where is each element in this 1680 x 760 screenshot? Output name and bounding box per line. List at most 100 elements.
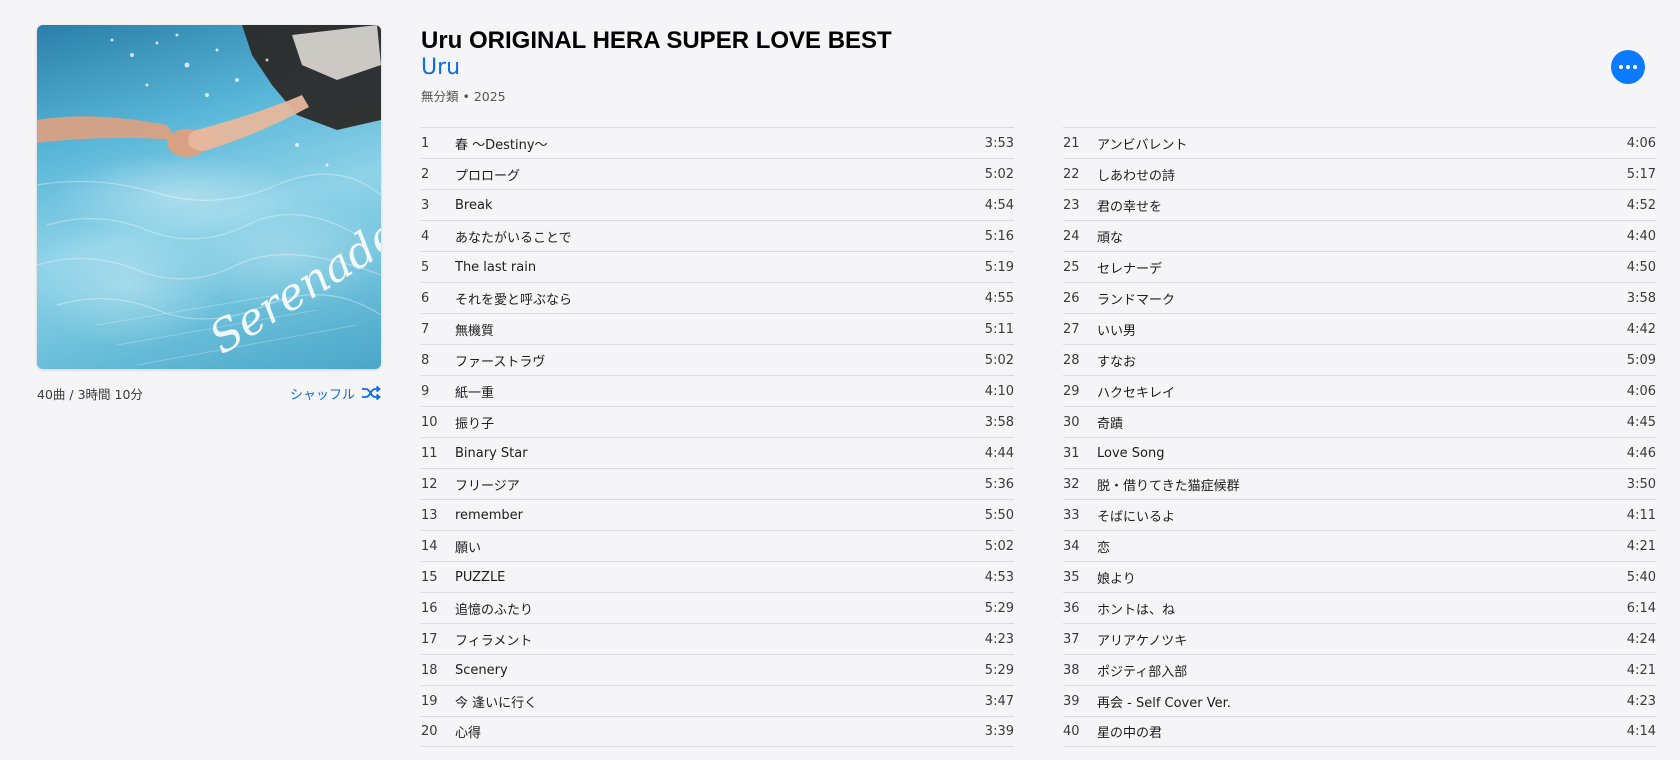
shuffle-button[interactable]: シャッフル bbox=[290, 384, 381, 403]
track-title: ファーストラヴ bbox=[455, 354, 546, 370]
track-row[interactable]: 32 脱・借りてきた猫症候群 3:50 bbox=[1063, 468, 1656, 499]
track-row[interactable]: 19 今 逢いに行く 3:47 bbox=[421, 685, 1014, 716]
track-duration: 4:53 bbox=[984, 569, 1014, 585]
album-title: Uru ORIGINAL HERA SUPER LOVE BEST bbox=[421, 27, 892, 54]
track-number: 22 bbox=[1063, 166, 1080, 182]
track-row[interactable]: 1 春 〜Destiny〜 3:53 bbox=[421, 127, 1014, 158]
track-row[interactable]: 29 ハクセキレイ 4:06 bbox=[1063, 375, 1656, 406]
track-number: 21 bbox=[1063, 135, 1080, 151]
track-row[interactable]: 16 追憶のふたり 5:29 bbox=[421, 592, 1014, 623]
track-duration: 4:54 bbox=[984, 197, 1014, 213]
track-number: 27 bbox=[1063, 321, 1080, 337]
track-row[interactable]: 22 しあわせの詩 5:17 bbox=[1063, 158, 1656, 189]
track-number: 5 bbox=[421, 259, 430, 275]
track-number: 8 bbox=[421, 352, 430, 368]
artist-link[interactable]: Uru bbox=[421, 54, 1656, 82]
track-number: 31 bbox=[1063, 445, 1080, 461]
track-row[interactable]: 27 いい男 4:42 bbox=[1063, 313, 1656, 344]
track-duration: 4:46 bbox=[1626, 445, 1656, 461]
track-title: Scenery bbox=[455, 662, 508, 678]
track-row[interactable]: 5 The last rain 5:19 bbox=[421, 251, 1014, 282]
track-number: 9 bbox=[421, 383, 430, 399]
track-row[interactable]: 14 願い 5:02 bbox=[421, 530, 1014, 561]
more-dot-icon bbox=[1633, 65, 1637, 69]
track-row[interactable]: 31 Love Song 4:46 bbox=[1063, 437, 1656, 468]
track-row[interactable]: 3 Break 4:54 bbox=[421, 189, 1014, 220]
track-number: 28 bbox=[1063, 352, 1080, 368]
track-row[interactable]: 37 アリアケノツキ 4:24 bbox=[1063, 623, 1656, 654]
track-row[interactable]: 18 Scenery 5:29 bbox=[421, 654, 1014, 685]
track-title: 今 逢いに行く bbox=[455, 695, 538, 711]
track-row[interactable]: 15 PUZZLE 4:53 bbox=[421, 561, 1014, 592]
track-row[interactable]: 26 ランドマーク 3:58 bbox=[1063, 282, 1656, 313]
track-duration: 5:29 bbox=[984, 662, 1014, 678]
track-title: ハクセキレイ bbox=[1097, 385, 1176, 401]
track-duration: 4:21 bbox=[1626, 662, 1656, 678]
track-row[interactable]: 12 フリージア 5:36 bbox=[421, 468, 1014, 499]
track-row[interactable]: 8 ファーストラヴ 5:02 bbox=[421, 344, 1014, 375]
track-row[interactable]: 10 振り子 3:58 bbox=[421, 406, 1014, 437]
album-header: Uru ORIGINAL HERA SUPER LOVE BEST Uru 無分… bbox=[421, 26, 1656, 105]
track-duration: 4:21 bbox=[1626, 538, 1656, 554]
track-number: 7 bbox=[421, 321, 430, 337]
track-number: 2 bbox=[421, 166, 430, 182]
track-row[interactable]: 2 プロローグ 5:02 bbox=[421, 158, 1014, 189]
track-row[interactable]: 39 再会 - Self Cover Ver. 4:23 bbox=[1063, 685, 1656, 716]
track-title: 脱・借りてきた猫症候群 bbox=[1097, 478, 1240, 494]
track-title: 願い bbox=[455, 540, 482, 556]
track-title: セレナーデ bbox=[1097, 261, 1163, 277]
track-number: 39 bbox=[1063, 693, 1080, 709]
track-number: 40 bbox=[1063, 724, 1080, 739]
track-duration: 5:11 bbox=[984, 321, 1014, 337]
track-number: 33 bbox=[1063, 507, 1080, 523]
track-number: 3 bbox=[421, 197, 430, 213]
track-row[interactable]: 35 娘より 5:40 bbox=[1063, 561, 1656, 592]
more-dot-icon bbox=[1619, 65, 1623, 69]
track-row[interactable]: 6 それを愛と呼ぶなら 4:55 bbox=[421, 282, 1014, 313]
track-row[interactable]: 34 恋 4:21 bbox=[1063, 530, 1656, 561]
track-row[interactable]: 9 紙一重 4:10 bbox=[421, 375, 1014, 406]
track-title: すなお bbox=[1097, 354, 1137, 370]
track-title: Love Song bbox=[1097, 445, 1165, 461]
track-row[interactable]: 4 あなたがいることで 5:16 bbox=[421, 220, 1014, 251]
track-row[interactable]: 38 ポジティ部入部 4:21 bbox=[1063, 654, 1656, 685]
track-duration: 5:16 bbox=[984, 228, 1014, 244]
track-number: 10 bbox=[421, 414, 438, 430]
track-row[interactable]: 30 奇蹟 4:45 bbox=[1063, 406, 1656, 437]
track-number: 14 bbox=[421, 538, 438, 554]
track-number: 30 bbox=[1063, 414, 1080, 430]
track-row[interactable]: 17 フィラメント 4:23 bbox=[421, 623, 1014, 654]
track-row[interactable]: 36 ホントは、ね 6:14 bbox=[1063, 592, 1656, 623]
track-duration: 3:58 bbox=[1626, 290, 1656, 306]
track-row[interactable]: 40 星の中の君 4:14 bbox=[1063, 716, 1656, 747]
track-row[interactable]: 24 頑な 4:40 bbox=[1063, 220, 1656, 251]
track-title: しあわせの詩 bbox=[1097, 168, 1176, 184]
track-row[interactable]: 11 Binary Star 4:44 bbox=[421, 437, 1014, 468]
track-row[interactable]: 7 無機質 5:11 bbox=[421, 313, 1014, 344]
track-number: 32 bbox=[1063, 476, 1080, 492]
track-title: Break bbox=[455, 197, 493, 213]
track-row[interactable]: 25 セレナーデ 4:50 bbox=[1063, 251, 1656, 282]
track-title: あなたがいることで bbox=[455, 230, 572, 246]
track-row[interactable]: 13 remember 5:50 bbox=[421, 499, 1014, 530]
track-number: 15 bbox=[421, 569, 438, 585]
track-duration: 4:10 bbox=[984, 383, 1014, 399]
track-duration: 4:06 bbox=[1626, 135, 1656, 151]
track-number: 25 bbox=[1063, 259, 1080, 275]
track-title: The last rain bbox=[455, 259, 537, 275]
track-duration: 3:58 bbox=[984, 414, 1014, 430]
track-title: 心得 bbox=[455, 726, 482, 741]
track-row[interactable]: 23 君の幸せを 4:52 bbox=[1063, 189, 1656, 220]
track-title: 星の中の君 bbox=[1097, 726, 1163, 741]
track-duration: 4:45 bbox=[1626, 414, 1656, 430]
more-options-button[interactable] bbox=[1611, 50, 1645, 84]
track-row[interactable]: 21 アンビバレント 4:06 bbox=[1063, 127, 1656, 158]
track-number: 34 bbox=[1063, 538, 1080, 554]
track-row[interactable]: 28 すなお 5:09 bbox=[1063, 344, 1656, 375]
track-title: 紙一重 bbox=[455, 385, 495, 401]
track-row[interactable]: 33 そばにいるよ 4:11 bbox=[1063, 499, 1656, 530]
track-duration: 4:24 bbox=[1626, 631, 1656, 647]
track-title: いい男 bbox=[1097, 323, 1137, 339]
album-artwork[interactable]: Serenade bbox=[37, 25, 381, 369]
track-row[interactable]: 20 心得 3:39 bbox=[421, 716, 1014, 747]
